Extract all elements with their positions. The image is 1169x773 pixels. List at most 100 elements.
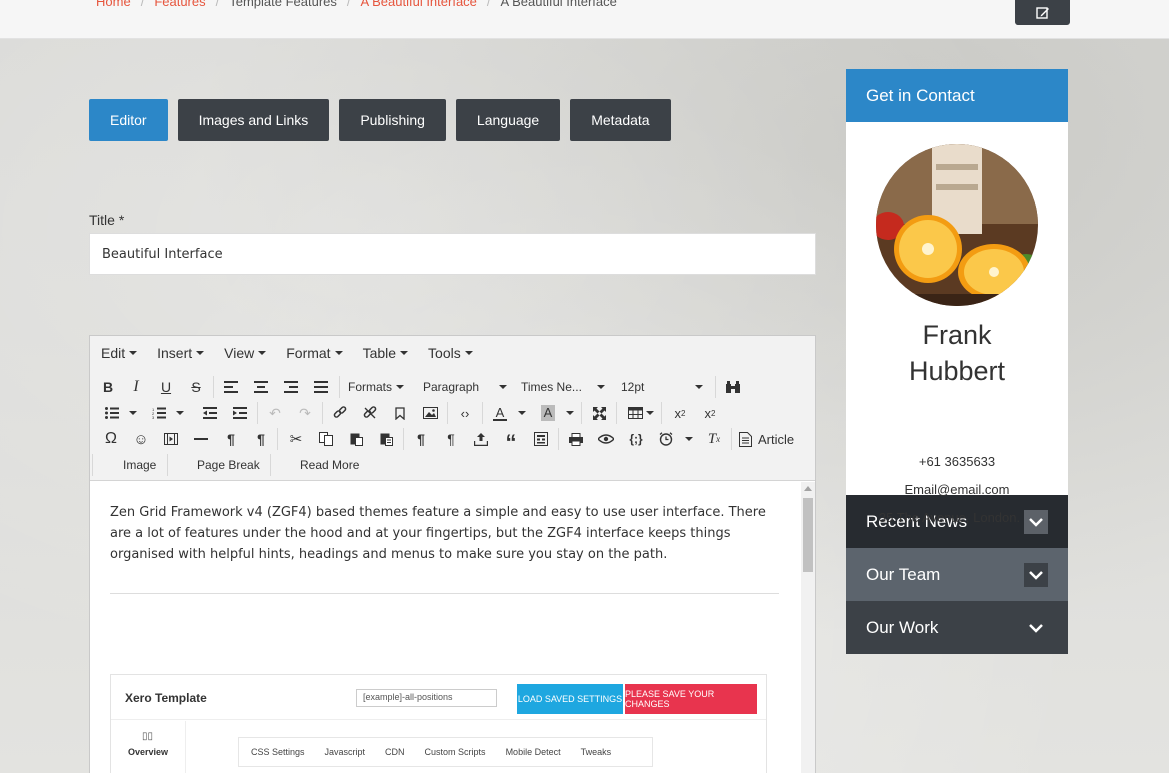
chevron-down-icon[interactable] — [1024, 562, 1048, 587]
breadcrumb: Home / Features / Template Features / A … — [96, 0, 617, 9]
tab-language[interactable]: Language — [455, 99, 561, 141]
editor-toolbar: Edit Insert View Format Table Tools B I … — [90, 336, 815, 481]
upload-icon[interactable] — [471, 428, 491, 450]
bold-icon[interactable]: B — [98, 376, 118, 398]
tab-publishing[interactable]: Publishing — [339, 99, 446, 141]
code-sample-icon[interactable]: {;} — [626, 428, 646, 450]
strikethrough-icon[interactable]: S — [186, 376, 206, 398]
menu-format[interactable]: Format — [286, 345, 343, 361]
image-button[interactable]: Image — [123, 454, 156, 476]
screenshot-tab: CDN — [385, 747, 405, 757]
accordion-label: Our Work — [866, 617, 939, 637]
edit-button[interactable] — [1015, 0, 1070, 25]
undo-icon[interactable]: ↶ — [265, 402, 285, 424]
unlink-icon[interactable] — [360, 402, 380, 424]
screenshot-tab: Javascript — [324, 747, 366, 757]
code-icon[interactable]: ‹› — [455, 402, 475, 424]
contact-sidebar: Get in Contact Frank Hubbert +61 3635633… — [846, 69, 1068, 654]
text-color-icon[interactable]: A — [490, 402, 510, 424]
fullscreen-icon[interactable] — [589, 402, 609, 424]
special-character-icon[interactable]: Ω — [101, 428, 121, 450]
visual-chars-icon[interactable]: ¶ — [411, 428, 431, 450]
clear-formatting-icon[interactable]: Tx — [704, 428, 724, 450]
chevron-down-icon[interactable] — [1024, 616, 1048, 640]
cut-icon[interactable]: ✂ — [286, 428, 306, 450]
table-icon[interactable] — [625, 402, 645, 424]
underline-icon[interactable]: U — [156, 376, 176, 398]
subscript-icon[interactable]: x2 — [670, 402, 690, 424]
editor-scrollbar[interactable] — [801, 482, 815, 773]
scroll-up-arrow-icon[interactable] — [804, 486, 812, 491]
paste-icon[interactable] — [346, 428, 366, 450]
menu-tools[interactable]: Tools — [428, 345, 473, 361]
formats-label: Formats — [348, 380, 393, 394]
indent-icon[interactable] — [230, 402, 250, 424]
tab-metadata[interactable]: Metadata — [570, 99, 671, 141]
redo-icon[interactable]: ↷ — [295, 402, 315, 424]
preview-icon[interactable] — [596, 428, 616, 450]
page-break-button[interactable]: Page Break — [197, 454, 260, 476]
numbered-list-icon[interactable]: 123 — [150, 402, 168, 424]
screenshot-sidebar: ▯▯ Overview — [111, 721, 186, 773]
paste-text-icon[interactable] — [376, 428, 396, 450]
toolbar-separator — [92, 454, 93, 476]
accordion-our-team[interactable]: Our Team — [846, 548, 1068, 601]
align-right-icon[interactable] — [281, 376, 301, 398]
numbered-list-caret-icon[interactable] — [175, 402, 185, 424]
template-icon[interactable] — [531, 428, 551, 450]
bullet-list-caret-icon[interactable] — [128, 402, 138, 424]
article-button[interactable]: Article — [739, 428, 794, 450]
align-justify-icon[interactable] — [311, 376, 331, 398]
font-size-select[interactable]: 12pt — [621, 376, 703, 398]
italic-icon[interactable]: I — [126, 376, 146, 398]
toolbar-separator — [715, 376, 716, 398]
rtl-icon[interactable]: ¶ — [251, 428, 271, 450]
horizontal-line-icon[interactable] — [191, 428, 211, 450]
menu-label: Edit — [101, 345, 126, 361]
breadcrumb-home[interactable]: Home — [96, 0, 131, 9]
title-input[interactable]: Beautiful Interface — [89, 233, 816, 275]
blockquote-icon[interactable]: “ — [501, 428, 521, 454]
background-color-caret-icon[interactable] — [565, 402, 575, 424]
menu-edit[interactable]: Edit — [101, 345, 138, 361]
superscript-icon[interactable]: x2 — [700, 402, 720, 424]
accordion-our-work[interactable]: Our Work — [846, 601, 1068, 654]
image-icon[interactable] — [420, 402, 440, 424]
visual-blocks-icon[interactable]: ¶ — [441, 428, 461, 450]
tab-editor[interactable]: Editor — [89, 99, 168, 141]
caret-down-icon — [499, 385, 507, 389]
bullet-list-icon[interactable] — [103, 402, 121, 424]
print-icon[interactable] — [566, 428, 586, 450]
editor-content[interactable]: Zen Grid Framework v4 (ZGF4) based theme… — [90, 482, 801, 773]
formats-dropdown[interactable]: Formats — [348, 376, 405, 398]
read-more-button[interactable]: Read More — [300, 454, 359, 476]
screenshot-header: Xero Template [example]-all-positions LO… — [111, 675, 766, 720]
menu-view[interactable]: View — [224, 345, 267, 361]
menu-table[interactable]: Table — [363, 345, 409, 361]
background-color-icon[interactable]: A — [538, 402, 558, 424]
emoticons-icon[interactable]: ☺ — [131, 428, 151, 450]
block-format-select[interactable]: Paragraph — [423, 376, 507, 398]
find-replace-icon[interactable] — [723, 376, 743, 398]
scrollbar-thumb[interactable] — [803, 498, 813, 572]
table-caret-icon[interactable] — [645, 402, 655, 424]
menu-insert[interactable]: Insert — [157, 345, 205, 361]
outdent-icon[interactable] — [200, 402, 220, 424]
menu-label: Format — [286, 345, 331, 361]
bookmark-icon[interactable] — [390, 402, 410, 424]
contact-email[interactable]: Email@email.com — [846, 482, 1068, 497]
align-center-icon[interactable] — [251, 376, 271, 398]
media-icon[interactable] — [161, 428, 181, 450]
copy-icon[interactable] — [316, 428, 336, 450]
link-icon[interactable] — [330, 402, 350, 424]
editor-menubar: Edit Insert View Format Table Tools — [90, 336, 815, 370]
text-color-caret-icon[interactable] — [517, 402, 527, 424]
font-family-select[interactable]: Times Ne... — [521, 376, 605, 398]
insert-datetime-icon[interactable] — [656, 428, 676, 450]
insert-datetime-caret-icon[interactable] — [684, 428, 694, 450]
breadcrumb-features[interactable]: Features — [154, 0, 205, 9]
tab-images-and-links[interactable]: Images and Links — [177, 99, 330, 141]
align-left-icon[interactable] — [221, 376, 241, 398]
breadcrumb-beautiful-interface-link[interactable]: A Beautiful Interface — [361, 0, 477, 9]
ltr-icon[interactable]: ¶ — [221, 428, 241, 450]
